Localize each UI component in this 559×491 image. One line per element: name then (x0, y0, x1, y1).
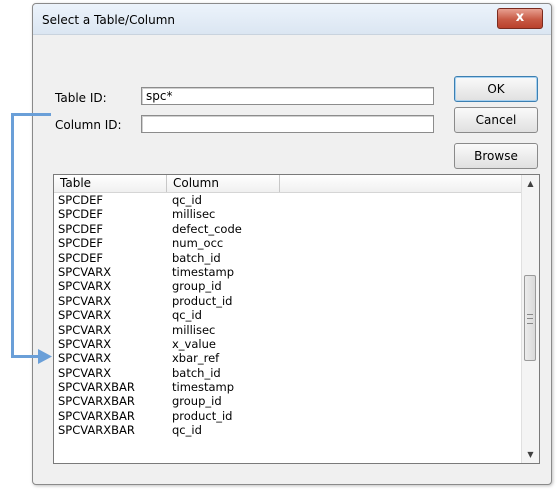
list-item[interactable]: SPCVARX millisec (54, 323, 522, 337)
list-header: Table Column (54, 175, 522, 193)
dialog-title: Select a Table/Column (42, 13, 176, 27)
title-bar[interactable]: Select a Table/Column x (33, 4, 551, 35)
cancel-button[interactable]: Cancel (454, 107, 538, 133)
table-cell: SPCVARX (58, 264, 112, 279)
list-item[interactable]: SPCDEF defect_code (54, 222, 522, 236)
table-cell: SPCVARXBAR (58, 394, 135, 409)
table-cell: SPCVARX (58, 279, 112, 294)
list-item[interactable]: SPCDEF qc_id (54, 193, 522, 207)
column-cell: group_id (172, 279, 222, 294)
column-header-table[interactable]: Table (54, 175, 167, 192)
column-cell: qc_id (172, 308, 202, 323)
close-button[interactable]: x (497, 8, 543, 29)
column-header-column[interactable]: Column (167, 175, 280, 192)
table-cell: SPCVARXBAR (58, 408, 135, 423)
column-cell: timestamp (172, 380, 235, 395)
list-item[interactable]: SPCVARX timestamp (54, 265, 522, 279)
list-item[interactable]: SPCDEF batch_id (54, 251, 522, 265)
list-item[interactable]: SPCVARX xbar_ref (54, 351, 522, 365)
column-cell: product_id (172, 408, 233, 423)
table-cell: SPCDEF (58, 250, 104, 265)
table-cell: SPCDEF (58, 236, 104, 251)
column-cell: timestamp (172, 264, 235, 279)
select-table-column-dialog: Select a Table/Column x Table ID: spc* C… (32, 3, 552, 485)
table-cell: SPCDEF (58, 221, 104, 236)
table-cell: SPCVARX (58, 293, 112, 308)
table-cell: SPCVARXBAR (58, 423, 135, 438)
column-cell: batch_id (172, 365, 221, 380)
column-header-empty[interactable] (280, 175, 500, 192)
column-cell: num_occ (172, 236, 224, 251)
table-id-input[interactable]: spc* (141, 87, 434, 105)
annotation-arrow-vertical (11, 113, 14, 358)
annotation-arrow-top (11, 113, 51, 116)
column-id-input[interactable] (141, 115, 434, 133)
list-item[interactable]: SPCVARX group_id (54, 279, 522, 293)
table-cell: SPCVARX (58, 351, 112, 366)
column-cell: millisec (172, 322, 216, 337)
column-cell: group_id (172, 394, 222, 409)
list-item[interactable]: SPCVARX qc_id (54, 308, 522, 322)
scroll-up-arrow-icon[interactable]: ▲ (522, 175, 539, 192)
table-cell: SPCDEF (58, 207, 104, 222)
column-cell: millisec (172, 207, 216, 222)
column-cell: batch_id (172, 250, 221, 265)
list-item[interactable]: SPCVARXBAR group_id (54, 394, 522, 408)
table-cell: SPCVARX (58, 336, 112, 351)
annotation-arrow-bottom (11, 355, 41, 358)
list-item[interactable]: SPCDEF millisec (54, 207, 522, 221)
ok-button[interactable]: OK (454, 76, 538, 102)
column-cell: xbar_ref (172, 351, 220, 366)
browse-button[interactable]: Browse (454, 143, 538, 169)
table-cell: SPCVARXBAR (58, 380, 135, 395)
table-cell: SPCVARX (58, 322, 112, 337)
table-cell: SPCVARX (58, 365, 112, 380)
vertical-scrollbar[interactable]: ▲ ▼ (521, 175, 539, 463)
column-cell: qc_id (172, 423, 202, 438)
scrollbar-thumb[interactable] (524, 275, 536, 361)
table-cell: SPCVARX (58, 308, 112, 323)
annotation-arrowhead-icon (38, 349, 52, 364)
list-item[interactable]: SPCVARXBAR timestamp (54, 380, 522, 394)
list-item[interactable]: SPCVARX batch_id (54, 366, 522, 380)
table-column-list[interactable]: Table Column SPCDEF qc_id SPCDEF millisec SP… (53, 174, 540, 464)
grip-icon (527, 314, 533, 324)
column-cell: qc_id (172, 193, 202, 207)
column-cell: product_id (172, 293, 233, 308)
scroll-down-arrow-icon[interactable]: ▼ (522, 446, 539, 463)
table-cell: SPCDEF (58, 193, 104, 207)
column-cell: defect_code (172, 221, 242, 236)
list-item[interactable]: SPCVARX x_value (54, 337, 522, 351)
table-id-label: Table ID: (55, 91, 107, 105)
column-cell: x_value (172, 336, 216, 351)
list-item[interactable]: SPCVARXBAR qc_id (54, 423, 522, 437)
list-rows: SPCDEF qc_id SPCDEF millisec SPCDEF defect_co… (54, 193, 522, 463)
list-item[interactable]: SPCVARXBAR product_id (54, 409, 522, 423)
list-item[interactable]: SPCDEF num_occ (54, 236, 522, 250)
column-id-label: Column ID: (55, 118, 122, 132)
list-item[interactable]: SPCVARX product_id (54, 294, 522, 308)
